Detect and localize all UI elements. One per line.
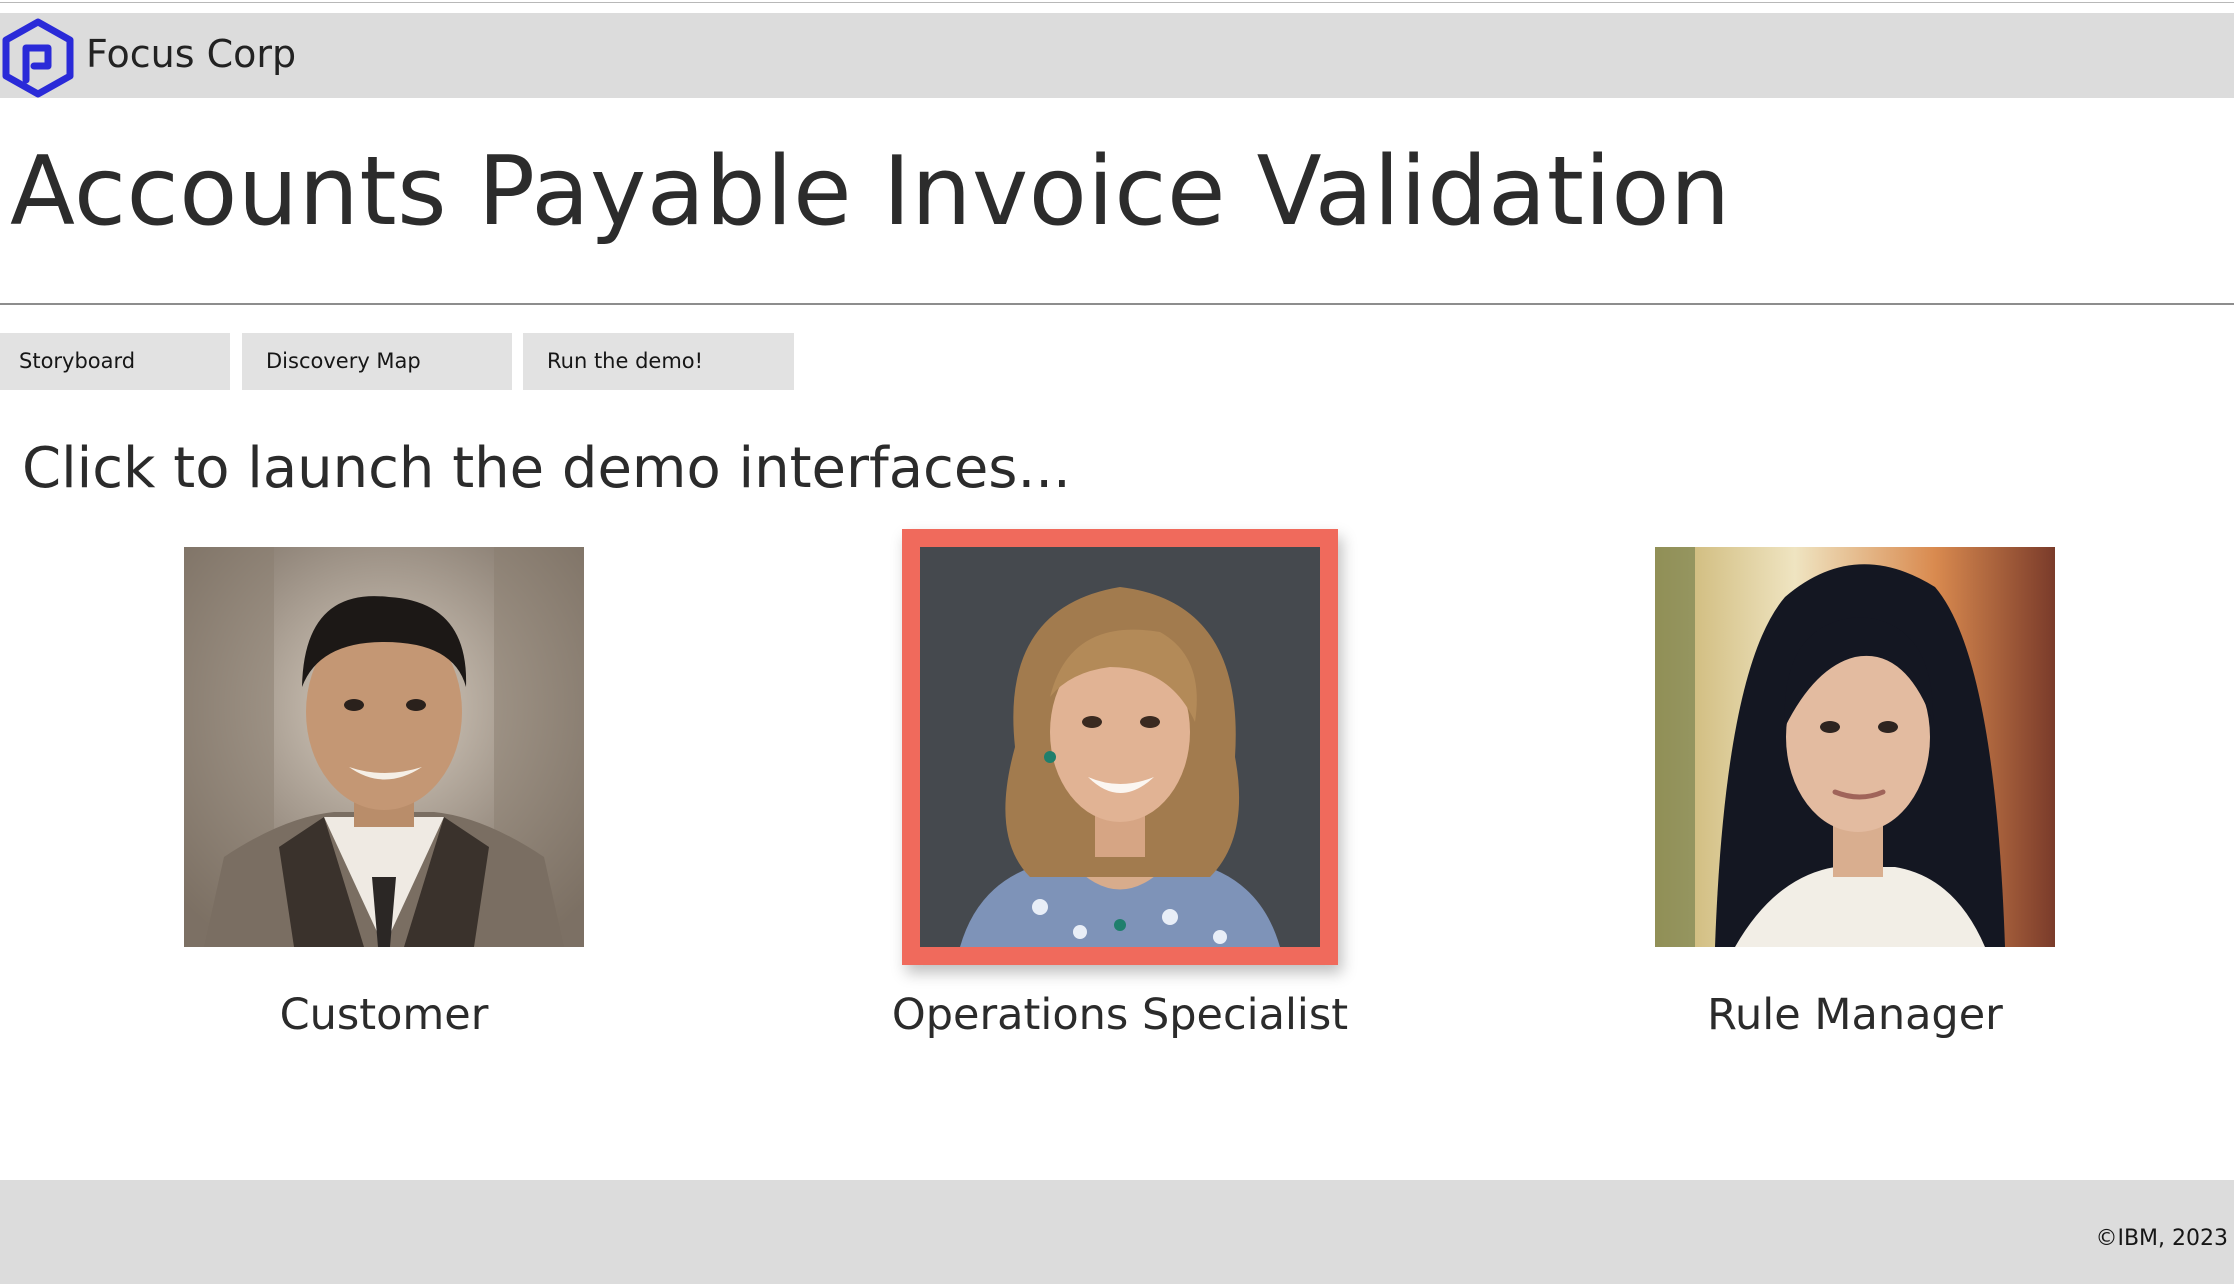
brand-name[interactable]: Focus Corp [86,29,296,79]
tab-run-the-demo[interactable]: Run the demo! [523,333,794,390]
persona-card-customer[interactable]: Customer [184,547,584,1040]
persona-label-customer[interactable]: Customer [0,985,784,1045]
copyright-text: ©IBM, 2023 [2095,1226,2228,1251]
header-bar: Focus Corp [0,13,2234,98]
hexagon-logo-icon[interactable] [0,18,76,98]
persona-card-rule-manager[interactable]: Rule Manager [1655,547,2055,1040]
customer-photo[interactable] [184,547,584,947]
persona-label-operations-specialist[interactable]: Operations Specialist [720,985,1520,1045]
tab-storyboard[interactable]: Storyboard [0,333,230,390]
footer: ©IBM, 2023 [0,1180,2234,1284]
operations-specialist-photo[interactable] [902,529,1338,965]
rule-manager-photo[interactable] [1655,547,2055,947]
persona-card-operations-specialist[interactable]: Operations Specialist [892,529,1348,1040]
tab-discovery-map[interactable]: Discovery Map [242,333,512,390]
divider [0,303,2234,305]
top-rule [0,2,2234,3]
page-title: Accounts Payable Invoice Validation [10,137,1731,247]
persona-label-rule-manager[interactable]: Rule Manager [1455,985,2234,1045]
page: Focus Corp Accounts Payable Invoice Vali… [0,0,2234,1284]
launch-instructions: Click to launch the demo interfaces... [22,436,1071,501]
